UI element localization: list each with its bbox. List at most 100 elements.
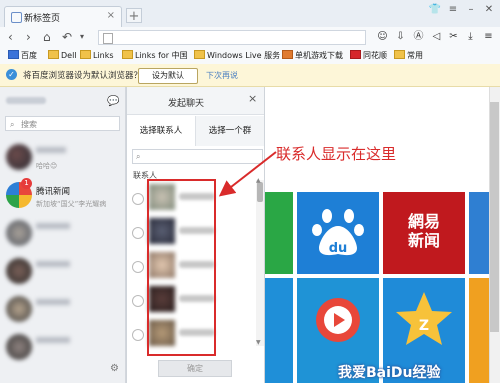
orange-tile[interactable] (469, 278, 489, 383)
unread-badge: 1 (21, 178, 32, 189)
contact-item[interactable] (0, 292, 126, 330)
contact-name (36, 299, 70, 305)
page-icon (103, 33, 113, 44)
game-icon (282, 50, 293, 59)
cut-icon[interactable]: ✂ (447, 30, 460, 43)
bookmark-label: 同花顺 (363, 51, 387, 60)
tab-close-icon[interactable]: × (107, 10, 115, 21)
blue-tile[interactable] (469, 192, 489, 274)
green-tile[interactable] (265, 192, 293, 274)
back-button[interactable]: ‹ (8, 30, 13, 44)
select-radio[interactable] (132, 329, 144, 341)
select-radio[interactable] (132, 227, 144, 239)
dialog-close-icon[interactable]: × (248, 92, 257, 105)
download-icon[interactable]: ⇩ (394, 30, 407, 43)
bookmark-label: Links for 中国 (135, 51, 188, 60)
contact-item[interactable] (0, 216, 126, 254)
bookmark-label: Dell (61, 51, 77, 60)
netease-logo: 網易 新闻 (407, 212, 440, 250)
baidu-paw-icon: du (312, 209, 364, 256)
settings-gear-icon[interactable]: ⚙ (110, 363, 119, 374)
annotation-text: 联系人显示在这里 (276, 145, 397, 163)
qzone-star-icon: Z (396, 292, 452, 345)
browser-menu-icon[interactable]: ≡ (482, 30, 495, 43)
bookmark-links[interactable]: Links (80, 50, 114, 60)
blue-tile-2[interactable] (265, 278, 293, 383)
search-icon: ⌕ (136, 152, 141, 161)
bookmark-label: 百度 (21, 51, 37, 60)
contact-item[interactable]: 哈哈😊 (0, 140, 126, 178)
bookmark-label: Links (93, 51, 114, 60)
select-radio[interactable] (132, 193, 144, 205)
avatar (6, 296, 32, 322)
avatar (6, 220, 32, 246)
bookmark-links-china[interactable]: Links for 中国 (122, 50, 188, 61)
set-default-button[interactable]: 设为默认 (138, 68, 198, 84)
tab-title: 新标签页 (24, 14, 61, 24)
search-placeholder: 搜索 (21, 120, 37, 129)
close-window-icon[interactable]: ✕ (482, 3, 496, 17)
bookmark-label: 常用 (407, 51, 423, 60)
select-radio[interactable] (132, 295, 144, 307)
later-link[interactable]: 下次再说 (206, 70, 238, 81)
contact-search-input[interactable]: ⌕ 搜索 (5, 116, 120, 131)
contact-message: 新加坡“国父”李光耀病 (36, 200, 107, 208)
baidu-tile[interactable]: du (297, 192, 379, 274)
contact-message: 哈哈😊 (36, 162, 58, 170)
adblock-icon[interactable]: Ⓐ (412, 30, 425, 43)
annotation-arrow (218, 151, 277, 197)
contact-list-scrollbar[interactable] (256, 180, 264, 346)
select-radio[interactable] (132, 261, 144, 273)
page-scrollbar-thumb[interactable] (490, 102, 499, 332)
confirm-button[interactable]: 确定 (158, 360, 232, 377)
contact-name (36, 337, 70, 343)
save-icon[interactable]: ⤓ (464, 30, 477, 43)
dialog-title: 发起聊天 (168, 99, 205, 109)
netease-news-tile[interactable]: 網易 新闻 (383, 192, 465, 274)
folder-icon (80, 50, 91, 59)
search-icon: ⌕ (10, 120, 15, 129)
baidu-icon (8, 50, 19, 59)
menu-icon[interactable]: ≡ (446, 3, 460, 17)
contact-name (36, 147, 66, 153)
home-button[interactable]: ⌂ (43, 30, 51, 44)
bookmark-dell[interactable]: Dell (48, 50, 77, 60)
avatar (6, 258, 32, 284)
skin-icon[interactable]: 👕 (428, 3, 442, 17)
forward-button[interactable]: › (26, 30, 31, 44)
bookmark-games[interactable]: 单机游戏下载 (282, 50, 343, 61)
contact-name (36, 223, 70, 229)
contact-item-tencent-news[interactable]: 1 腾讯新闻 新加坡“国父”李光耀病 (0, 178, 126, 216)
minimize-icon[interactable]: – (464, 3, 478, 17)
default-browser-infobar: ✓ 将百度浏览器设为默认浏览器？ (0, 64, 500, 87)
undo-button[interactable]: ↶ (62, 30, 72, 44)
mute-icon[interactable]: ◁ (430, 30, 443, 43)
annotation-highlight-box (147, 179, 216, 356)
user-nickname (6, 97, 46, 104)
address-bar[interactable] (98, 30, 366, 45)
bookmark-label: 单机游戏下载 (295, 51, 343, 60)
tab-select-contacts[interactable]: 选择联系人 (127, 116, 195, 146)
bookmark-tonghuashun[interactable]: 同花顺 (350, 50, 387, 61)
chat-bubble-icon[interactable]: 💬 (107, 96, 119, 107)
bookmark-bar: 百度 Dell Links Links for 中国 Windows Live … (0, 48, 500, 65)
page-icon (11, 12, 22, 23)
watermark: 我爱BaiDu经验 (338, 365, 441, 381)
new-tab-button[interactable]: + (126, 8, 142, 24)
undo-dropdown-icon[interactable]: ▾ (80, 30, 84, 44)
contact-item[interactable] (0, 254, 126, 292)
svg-text:Z: Z (419, 318, 429, 334)
avatar (6, 334, 32, 360)
bookmark-common[interactable]: 常用 (394, 50, 423, 61)
bookmark-windows-live[interactable]: Windows Live 服务 (194, 50, 280, 61)
tab-new-tab[interactable]: 新标签页 × (4, 6, 122, 27)
contact-item[interactable] (0, 330, 126, 368)
stock-icon (350, 50, 361, 59)
scroll-down-icon[interactable]: ▼ (256, 339, 261, 346)
chat-icon[interactable]: ☺ (376, 30, 389, 43)
svg-text:du: du (329, 241, 348, 256)
bookmark-label: Windows Live 服务 (207, 51, 281, 60)
folder-icon (194, 50, 205, 59)
video-play-icon (316, 298, 360, 342)
bookmark-baidu[interactable]: 百度 (8, 50, 37, 61)
